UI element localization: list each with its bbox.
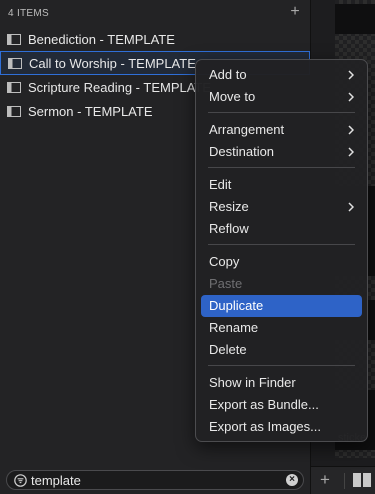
menu-item-copy[interactable]: Copy: [201, 251, 362, 273]
menu-separator: [208, 244, 355, 245]
menu-item-label: Add to: [209, 67, 247, 82]
plus-icon: +: [320, 470, 330, 489]
menu-item-rename[interactable]: Rename: [201, 317, 362, 339]
menu-separator: [208, 112, 355, 113]
menu-item-label: Delete: [209, 342, 247, 357]
menu-item-label: Reflow: [209, 221, 249, 236]
menu-item-label: Move to: [209, 89, 256, 104]
menu-item-label: Rename: [209, 320, 259, 335]
menu-item-label: Edit: [209, 177, 232, 192]
library-header: 4 ITEMS +: [0, 0, 310, 26]
menu-item-move-to[interactable]: Move to: [201, 86, 362, 108]
chevron-right-icon: [348, 147, 354, 157]
list-item-label: Call to Worship - TEMPLATE: [29, 55, 196, 71]
items-count-label: 4 ITEMS: [8, 8, 49, 19]
app-window: 4 ITEMS + Benediction - TEMPLATE Call to…: [0, 0, 375, 494]
menu-item-delete[interactable]: Delete: [201, 339, 362, 361]
menu-item-show-in-finder[interactable]: Show in Finder: [201, 372, 362, 394]
list-item-label: Scripture Reading - TEMPLATE: [28, 79, 212, 95]
menu-item-resize[interactable]: Resize: [201, 196, 362, 218]
menu-separator: [208, 167, 355, 168]
list-item-label: Benediction - TEMPLATE: [28, 31, 175, 47]
menu-item-label: Destination: [209, 144, 275, 159]
chevron-right-icon: [348, 125, 354, 135]
presentation-doc-icon: [7, 105, 21, 117]
menu-item-reflow[interactable]: Reflow: [201, 218, 362, 240]
search-input[interactable]: [31, 472, 271, 488]
presentation-doc-icon: [7, 33, 21, 45]
list-item[interactable]: Benediction - TEMPLATE: [0, 27, 310, 51]
presentation-doc-icon: [7, 81, 21, 93]
chevron-right-icon: [348, 92, 354, 102]
menu-item-label: Resize: [209, 199, 249, 214]
plus-icon: +: [290, 3, 300, 20]
presentation-doc-icon: [8, 57, 22, 69]
menu-item-export-bundle[interactable]: Export as Bundle...: [201, 394, 362, 416]
add-item-button[interactable]: +: [287, 3, 303, 21]
menu-item-destination[interactable]: Destination: [201, 141, 362, 163]
menu-item-label: Export as Images...: [209, 419, 321, 434]
menu-item-export-images[interactable]: Export as Images...: [201, 416, 362, 438]
filter-search-icon: [14, 474, 27, 487]
chevron-right-icon: [348, 70, 354, 80]
menu-item-label: Arrangement: [209, 122, 285, 137]
search-field[interactable]: ×: [6, 470, 304, 490]
menu-item-edit[interactable]: Edit: [201, 174, 362, 196]
chevron-right-icon: [348, 202, 354, 212]
menu-item-duplicate[interactable]: Duplicate: [201, 295, 362, 317]
list-item-label: Sermon - TEMPLATE: [28, 103, 153, 119]
menu-item-label: Show in Finder: [209, 375, 296, 390]
add-button[interactable]: +: [320, 470, 330, 490]
menu-item-label: Duplicate: [209, 298, 264, 313]
toolbar-divider: [344, 473, 345, 489]
preview-thumbnail[interactable]: [335, 4, 375, 34]
clear-x-icon[interactable]: ×: [286, 474, 298, 486]
menu-item-label: Paste: [209, 276, 243, 291]
menu-item-label: Copy: [209, 254, 240, 269]
menu-separator: [208, 365, 355, 366]
context-menu: Add to Move to Arrangement Destination E…: [195, 59, 368, 442]
menu-item-add-to[interactable]: Add to: [201, 64, 362, 86]
menu-item-label: Export as Bundle...: [209, 397, 319, 412]
menu-item-paste: Paste: [201, 273, 362, 295]
menu-item-arrangement[interactable]: Arrangement: [201, 119, 362, 141]
grid-view-icon[interactable]: [353, 473, 371, 487]
right-panel-toolbar: +: [311, 466, 375, 494]
